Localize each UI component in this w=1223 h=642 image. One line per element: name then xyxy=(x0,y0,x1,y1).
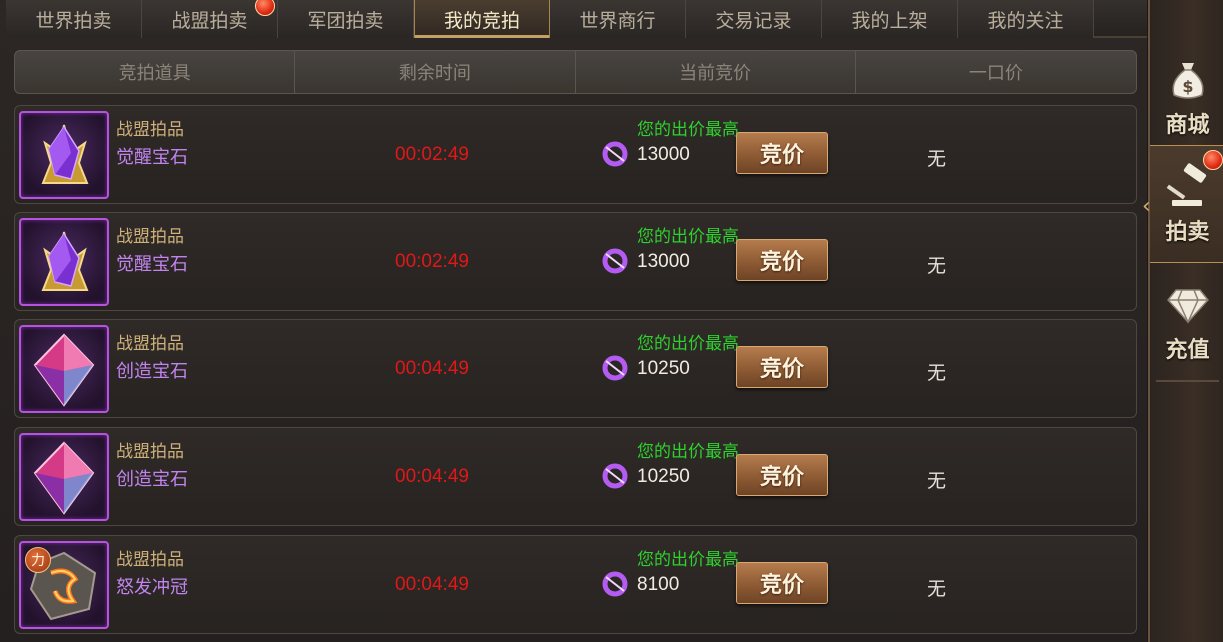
power-badge: 力 xyxy=(25,547,51,573)
diamond-icon xyxy=(1166,289,1209,324)
sidebar-label: 拍卖 xyxy=(1165,219,1210,245)
active-arrow-icon: ‹ xyxy=(1142,194,1151,219)
tab-label: 战盟拍卖 xyxy=(171,9,248,32)
rune-stone-icon[interactable]: 力 xyxy=(19,541,109,629)
item-name: 创造宝石 xyxy=(116,469,188,490)
currency-icon xyxy=(602,248,628,274)
sidebar-item-recharge[interactable]: 充值 xyxy=(1150,263,1223,381)
buyout-price: 无 xyxy=(927,362,947,384)
item-source: 战盟拍品 xyxy=(116,227,184,247)
header-current-bid: 当前竞价 xyxy=(576,51,856,93)
current-bid-amount: 8100 xyxy=(637,574,680,595)
money-bag-icon: $ xyxy=(1171,63,1204,99)
current-bid-amount: 10250 xyxy=(637,358,690,379)
sidebar-label: 充值 xyxy=(1165,337,1210,363)
tab-label: 世界拍卖 xyxy=(35,9,112,32)
header-time-left: 剩余时间 xyxy=(295,51,576,93)
current-bid-amount: 13000 xyxy=(637,144,690,165)
item-name: 觉醒宝石 xyxy=(116,147,188,168)
currency-icon xyxy=(602,571,628,597)
header-item: 竞拍道具 xyxy=(15,51,296,93)
auction-panel: 世界拍卖 战盟拍卖 军团拍卖 我的竞拍 世界商行 交易记录 我的上架 我的关注 … xyxy=(0,0,1147,642)
tab-label: 我的上架 xyxy=(851,9,928,32)
tab-world-auction[interactable]: 世界拍卖 xyxy=(6,0,142,38)
purple-crystal-gold-icon[interactable] xyxy=(19,218,109,306)
time-remaining: 00:04:49 xyxy=(395,466,469,487)
tab-my-listings[interactable]: 我的上架 xyxy=(822,0,958,38)
purple-crystal-gold-icon[interactable] xyxy=(19,111,109,199)
pink-diamond-icon[interactable] xyxy=(19,325,109,413)
sidebar-label: 商城 xyxy=(1165,112,1210,138)
currency-icon xyxy=(602,463,628,489)
auction-row: 战盟拍品 觉醒宝石 00:02:49 您的出价最高 13000 竞价 无 xyxy=(14,212,1137,311)
item-source: 战盟拍品 xyxy=(116,550,184,570)
svg-text:$: $ xyxy=(1182,77,1193,96)
bid-status: 您的出价最高 xyxy=(637,550,739,570)
sidebar-divider xyxy=(1156,380,1219,382)
auction-row: 战盟拍品 创造宝石 00:04:49 您的出价最高 10250 竞价 无 xyxy=(14,319,1137,418)
item-name: 觉醒宝石 xyxy=(116,254,188,275)
tab-alliance-auction[interactable]: 战盟拍卖 xyxy=(142,0,278,38)
tab-label: 我的关注 xyxy=(987,9,1064,32)
bid-button[interactable]: 竞价 xyxy=(736,132,828,174)
bid-status: 您的出价最高 xyxy=(637,442,739,462)
tab-bar: 世界拍卖 战盟拍卖 军团拍卖 我的竞拍 世界商行 交易记录 我的上架 我的关注 xyxy=(6,0,1147,38)
tab-legion-auction[interactable]: 军团拍卖 xyxy=(278,0,414,38)
gavel-icon xyxy=(1166,163,1206,206)
tab-world-market[interactable]: 世界商行 xyxy=(550,0,686,38)
buyout-price: 无 xyxy=(927,255,947,277)
time-remaining: 00:04:49 xyxy=(395,574,469,595)
auction-row: 力 战盟拍品 怒发冲冠 00:04:49 您的出价最高 8100 竞价 无 xyxy=(14,535,1137,634)
tab-my-bids[interactable]: 我的竞拍 xyxy=(414,0,550,38)
bid-status: 您的出价最高 xyxy=(637,227,739,247)
bid-status: 您的出价最高 xyxy=(637,120,739,140)
tab-label: 交易记录 xyxy=(715,9,792,32)
pink-diamond-icon[interactable] xyxy=(19,433,109,521)
current-bid-amount: 13000 xyxy=(637,251,690,272)
bid-button[interactable]: 竞价 xyxy=(736,454,828,496)
table-header: 竞拍道具 剩余时间 当前竞价 一口价 xyxy=(14,50,1137,94)
bid-button[interactable]: 竞价 xyxy=(736,346,828,388)
tab-label: 世界商行 xyxy=(579,9,656,32)
auction-row: 战盟拍品 创造宝石 00:04:49 您的出价最高 10250 竞价 无 xyxy=(14,427,1137,526)
time-remaining: 00:02:49 xyxy=(395,251,469,272)
item-name: 创造宝石 xyxy=(116,361,188,382)
time-remaining: 00:02:49 xyxy=(395,144,469,165)
buyout-price: 无 xyxy=(927,470,947,492)
auction-row: 战盟拍品 觉醒宝石 00:02:49 您的出价最高 13000 竞价 无 xyxy=(14,105,1137,204)
tab-trade-history[interactable]: 交易记录 xyxy=(686,0,822,38)
buyout-price: 无 xyxy=(927,148,947,170)
tab-my-watchlist[interactable]: 我的关注 xyxy=(958,0,1094,38)
sidebar-item-shop[interactable]: $ 商城 xyxy=(1150,38,1223,156)
right-sidebar: $ 商城 ‹ 拍卖 充值 xyxy=(1142,0,1223,642)
bid-button[interactable]: 竞价 xyxy=(736,239,828,281)
tab-label: 我的竞拍 xyxy=(443,9,520,32)
item-source: 战盟拍品 xyxy=(116,442,184,462)
currency-icon xyxy=(602,355,628,381)
time-remaining: 00:04:49 xyxy=(395,358,469,379)
item-source: 战盟拍品 xyxy=(116,120,184,140)
header-buyout: 一口价 xyxy=(968,63,1023,84)
bid-button[interactable]: 竞价 xyxy=(736,562,828,604)
current-bid-amount: 10250 xyxy=(637,466,690,487)
notification-dot xyxy=(255,0,275,16)
bid-status: 您的出价最高 xyxy=(637,334,739,354)
item-name: 怒发冲冠 xyxy=(116,577,188,598)
sidebar-item-auction[interactable]: ‹ 拍卖 xyxy=(1142,145,1223,263)
notification-dot xyxy=(1203,150,1223,170)
tab-label: 军团拍卖 xyxy=(307,9,384,32)
buyout-price: 无 xyxy=(927,578,947,600)
item-source: 战盟拍品 xyxy=(116,334,184,354)
currency-icon xyxy=(602,141,628,167)
